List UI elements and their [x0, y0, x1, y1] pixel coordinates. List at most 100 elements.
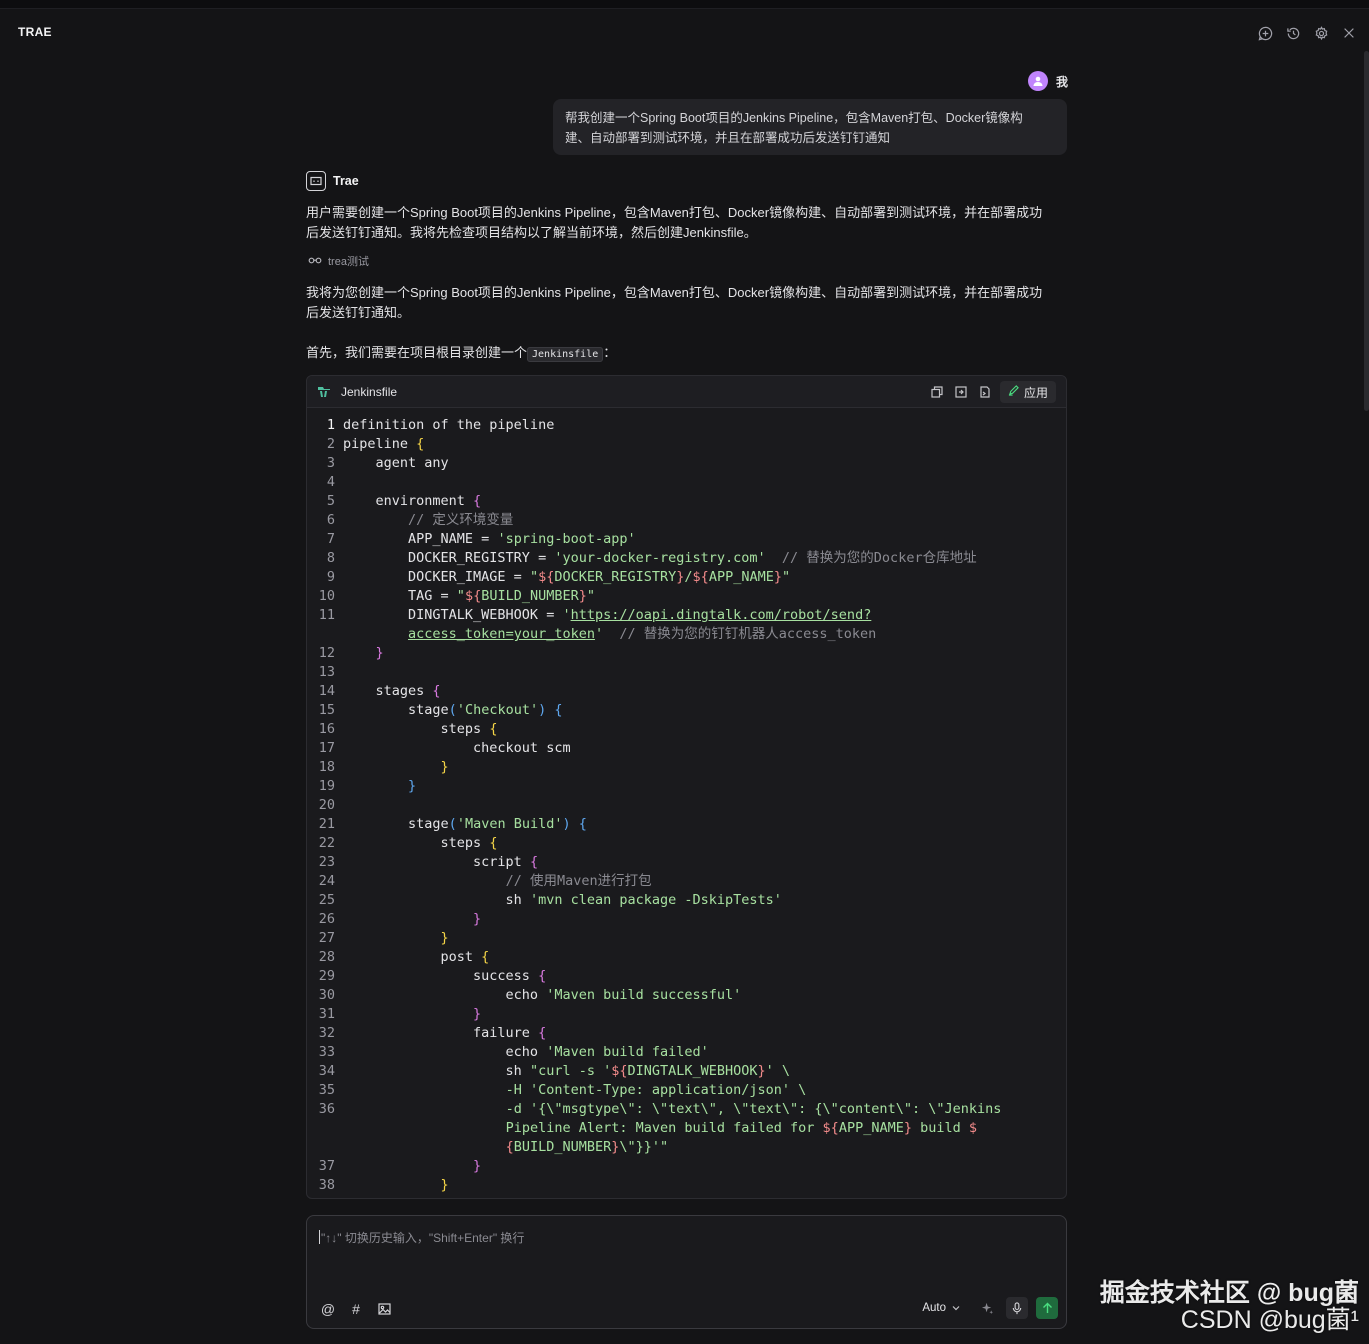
code-line: 21 stage('Maven Build') {	[307, 815, 1066, 834]
line-number: 16	[318, 721, 335, 737]
code-text: sh 'mvn clean package -DskipTests'	[343, 892, 782, 908]
model-selector[interactable]: Auto	[922, 1302, 960, 1314]
line-number: 11	[318, 607, 335, 623]
thought-line: 用户需要创建一个Spring Boot项目的Jenkins Pipeline，包…	[306, 205, 1043, 220]
code-line: 7 APP_NAME = 'spring-boot-app'	[307, 530, 1066, 549]
copy-icon[interactable]	[928, 381, 946, 403]
line-number: 1	[326, 417, 335, 433]
code-text: }	[408, 778, 417, 794]
line-number: 8	[326, 550, 335, 566]
model-label: Auto	[922, 1302, 946, 1314]
line-number: 13	[318, 664, 335, 680]
code-text: // 使用Maven进行打包	[505, 873, 652, 889]
apply-button[interactable]: 应用	[999, 381, 1056, 403]
code-text: environment {	[343, 493, 482, 509]
line-number: 9	[326, 569, 335, 585]
code-line: 31 }	[307, 1005, 1066, 1024]
code-line: 17 checkout scm	[307, 739, 1066, 758]
code-body: 1 definition of the pipeline 2 pipeline {3 …	[307, 408, 1066, 1195]
image-icon[interactable]	[375, 1300, 393, 1318]
code-line: 15 stage('Checkout') {	[307, 701, 1066, 720]
line-number: 7	[326, 531, 335, 547]
line-number: 32	[318, 1025, 335, 1041]
line-number: 22	[318, 835, 335, 851]
settings-icon[interactable]	[1311, 23, 1331, 43]
chat-input[interactable]: "↑↓" 切换历史输入，"Shift+Enter" 换行 @ # Auto	[306, 1215, 1067, 1329]
watermark-line: 掘金技术社区 @ bug菌	[1099, 1279, 1359, 1307]
code-line: 18 }	[307, 758, 1066, 777]
code-text: failure {	[343, 1025, 547, 1041]
code-actions: 应用	[928, 381, 1056, 403]
code-text: }	[440, 759, 449, 775]
line-number: 20	[318, 797, 335, 813]
code-text: success {	[343, 968, 547, 984]
close-icon[interactable]	[1339, 23, 1359, 43]
user-avatar	[1028, 71, 1048, 91]
code-text: access_token=your_token' // 替换为您的钉钉机器人ac…	[408, 626, 877, 642]
line-number: 3	[326, 455, 335, 471]
line-number: 23	[318, 854, 335, 870]
code-text: }	[440, 930, 449, 946]
code-line: 38 }	[307, 1176, 1066, 1195]
code-line: 37 }	[307, 1157, 1066, 1176]
assistant-intro: 首先，我们需要在项目根目录创建一个 Jenkinsfile：	[306, 343, 1066, 365]
reply-line: 我将为您创建一个Spring Boot项目的Jenkins Pipeline，包…	[306, 285, 1043, 300]
line-number: 31	[318, 1006, 335, 1022]
send-button[interactable]	[1036, 1297, 1058, 1319]
tool-call-chip[interactable]: trea测试	[308, 253, 369, 269]
code-text: stage('Maven Build') {	[343, 816, 587, 832]
code-text: }	[440, 1177, 449, 1193]
user-message-line: 建、自动部署到测试环境，并且在部署成功后发送钉钉通知	[565, 131, 891, 145]
line-number: 14	[318, 683, 335, 699]
chat-input-placeholder[interactable]: "↑↓" 切换历史输入，"Shift+Enter" 换行	[319, 1229, 524, 1246]
code-text: }	[473, 1158, 482, 1174]
line-number: 2	[326, 436, 335, 452]
line-number: 15	[318, 702, 335, 718]
history-icon[interactable]	[1283, 23, 1303, 43]
terminal-icon[interactable]	[976, 381, 994, 403]
line-number: 12	[318, 645, 335, 661]
code-line: Pipeline Alert: Maven build failed for $…	[307, 1119, 1066, 1138]
apply-label: 应用	[1023, 385, 1048, 400]
code-text: stage('Checkout') {	[343, 702, 563, 718]
code-text: post {	[343, 949, 490, 965]
hashtag-icon[interactable]: #	[347, 1300, 365, 1318]
code-text: Pipeline Alert: Maven build failed for $…	[505, 1120, 978, 1136]
assistant-thought: 用户需要创建一个Spring Boot项目的Jenkins Pipeline，包…	[306, 203, 1066, 243]
new-chat-icon[interactable]	[1255, 23, 1275, 43]
sparkle-icon[interactable]	[976, 1297, 998, 1319]
mention-icon[interactable]: @	[319, 1300, 337, 1318]
code-block: Jenkinsfile 应用 1 definition of the pipel…	[306, 375, 1067, 1199]
code-line: 27 }	[307, 929, 1066, 948]
microphone-icon[interactable]	[1006, 1297, 1028, 1319]
code-text: agent any	[343, 455, 449, 471]
code-file-name: Jenkinsfile	[341, 384, 398, 399]
code-line: access_token=your_token' // 替换为您的钉钉机器人ac…	[307, 625, 1066, 644]
inline-code-filename: Jenkinsfile	[527, 347, 604, 362]
line-number: 30	[318, 987, 335, 1003]
line-number: 24	[318, 873, 335, 889]
line-number: 4	[326, 474, 335, 490]
trae-logo-icon	[306, 171, 326, 191]
line-number: 28	[318, 949, 335, 965]
glasses-icon	[308, 255, 322, 267]
intro-suffix: ：	[603, 345, 617, 360]
code-line: 30 echo 'Maven build successful'	[307, 986, 1066, 1005]
code-line: 5 environment {	[307, 492, 1066, 511]
chevron-down-icon	[952, 1302, 960, 1314]
code-line: 28 post {	[307, 948, 1066, 967]
scrollbar[interactable]	[1364, 51, 1369, 411]
code-line: 33 echo 'Maven build failed'	[307, 1043, 1066, 1062]
code-text: -H 'Content-Type: application/json' \	[505, 1082, 807, 1098]
code-text: stages {	[343, 683, 441, 699]
line-number: 35	[318, 1082, 335, 1098]
line-number: 21	[318, 816, 335, 832]
code-line: 10 TAG = "${BUILD_NUMBER}"	[307, 587, 1066, 606]
code-line: 35 -H 'Content-Type: application/json' \	[307, 1081, 1066, 1100]
watermark: 掘金技术社区 @ bug菌 CSDN @bug菌¹	[1100, 1280, 1359, 1334]
assistant-reply: 我将为您创建一个Spring Boot项目的Jenkins Pipeline，包…	[306, 283, 1066, 323]
code-text: APP_NAME = 'spring-boot-app'	[343, 531, 636, 547]
code-line: 16 steps {	[307, 720, 1066, 739]
line-number	[307, 1119, 343, 1138]
insert-icon[interactable]	[952, 381, 970, 403]
